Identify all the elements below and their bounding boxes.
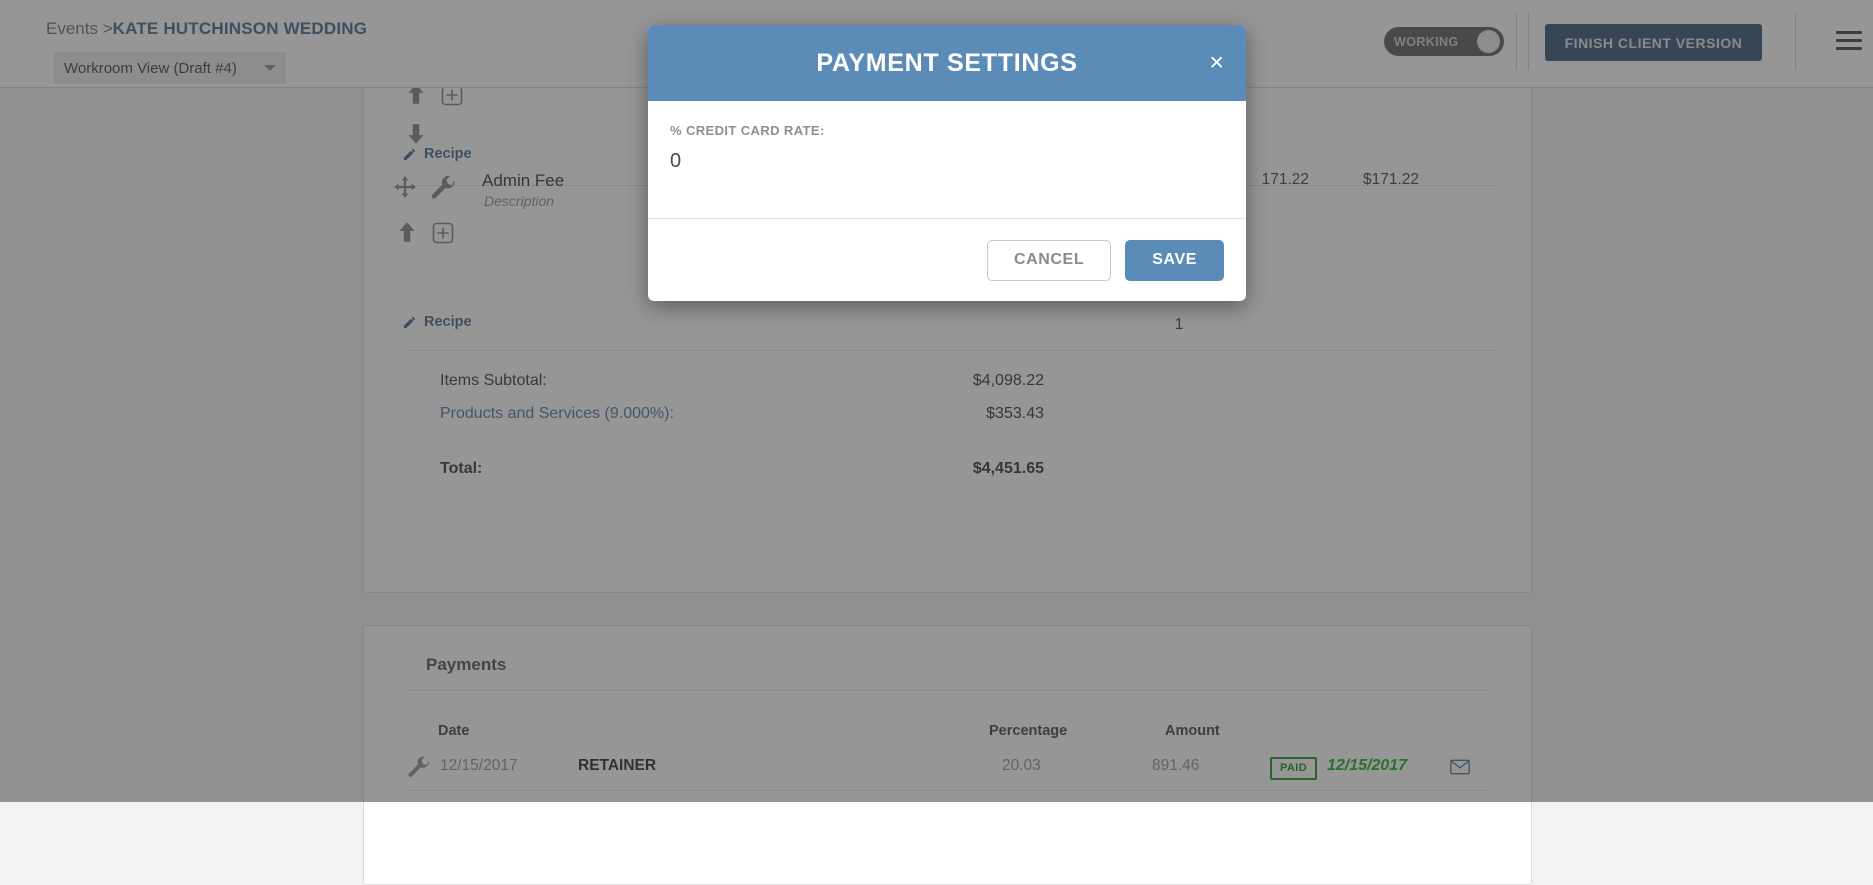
payment-settings-modal: PAYMENT SETTINGS × % CREDIT CARD RATE: C… [648,25,1246,301]
modal-footer: CANCEL SAVE [648,219,1246,301]
modal-body: % CREDIT CARD RATE: [648,101,1246,219]
save-button[interactable]: SAVE [1125,239,1224,281]
close-icon[interactable]: × [1209,50,1224,76]
credit-card-rate-input[interactable] [670,150,1224,173]
modal-header: PAYMENT SETTINGS × [648,25,1246,101]
modal-title: PAYMENT SETTINGS [816,48,1078,77]
credit-card-rate-label: % CREDIT CARD RATE: [670,123,825,138]
cancel-button[interactable]: CANCEL [986,239,1112,281]
